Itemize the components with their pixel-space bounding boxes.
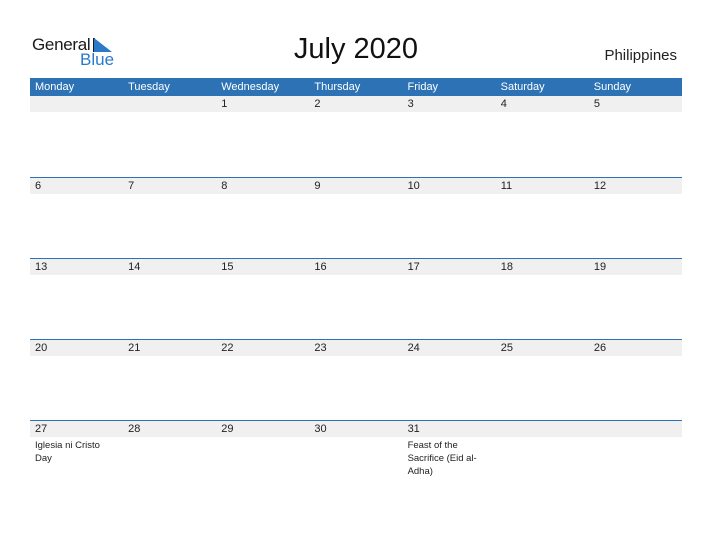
weekday-monday: Monday [35, 81, 75, 93]
day-number: 14 [128, 261, 141, 273]
day-number: 4 [500, 98, 507, 110]
day-number: 16 [314, 261, 327, 273]
holiday-event: Iglesia ni Cristo Day [35, 440, 100, 464]
weekday-saturday: Saturday [500, 81, 545, 93]
day-number: 9 [314, 180, 321, 192]
day-cell: 8 [216, 177, 309, 258]
day-number: 3 [407, 98, 414, 110]
day-cell: 11 [496, 177, 589, 258]
week-row: 27 Iglesia ni Cristo Day 28 29 30 31 Feast of … [30, 420, 682, 501]
day-cell: 27 Iglesia ni Cristo Day [30, 420, 123, 501]
day-number: 8 [221, 180, 228, 192]
day-cell: 14 [123, 258, 216, 339]
day-cell: 2 [309, 96, 402, 177]
day-number: 25 [500, 342, 513, 354]
day-number: 7 [128, 180, 135, 192]
day-cell: 7 [123, 177, 216, 258]
day-cell [496, 420, 589, 501]
weekday-tuesday: Tuesday [128, 81, 170, 93]
day-cell: 31 Feast of the Sacrifice (Eid al-Adha) [403, 420, 496, 501]
day-number: 21 [128, 342, 141, 354]
week-row: 1 2 3 4 5 [30, 96, 682, 177]
day-cell: 4 [496, 96, 589, 177]
day-cell [589, 420, 682, 501]
day-cell: 1 [216, 96, 309, 177]
day-number: 13 [35, 261, 48, 273]
day-number: 2 [314, 98, 321, 110]
day-number: 28 [128, 423, 141, 435]
day-cell: 26 [589, 339, 682, 420]
day-cell: 17 [403, 258, 496, 339]
day-cell: 23 [309, 339, 402, 420]
day-cell: 15 [216, 258, 309, 339]
day-cell: 28 [123, 420, 216, 501]
week-row: 6 7 8 9 10 11 12 [30, 177, 682, 258]
day-number: 27 [35, 423, 48, 435]
day-number: 15 [221, 261, 234, 273]
day-number: 23 [314, 342, 327, 354]
day-number: 22 [221, 342, 234, 354]
day-cell: 12 [589, 177, 682, 258]
day-cell: 5 [589, 96, 682, 177]
day-number: 10 [407, 180, 420, 192]
day-number: 5 [593, 98, 600, 110]
day-number: 20 [35, 342, 48, 354]
holiday-event: Feast of the Sacrifice (Eid al-Adha) [407, 440, 477, 477]
weekday-thursday: Thursday [314, 81, 361, 93]
day-number: 6 [35, 180, 42, 192]
day-number: 26 [593, 342, 607, 354]
day-cell: 20 [30, 339, 123, 420]
weekday-wednesday: Wednesday [221, 81, 280, 93]
day-cell: 16 [309, 258, 402, 339]
day-cell: 3 [403, 96, 496, 177]
day-number: 12 [593, 180, 607, 192]
day-cell: 24 [403, 339, 496, 420]
day-number: 31 [407, 423, 420, 435]
day-number: 24 [407, 342, 420, 354]
day-cell [30, 96, 123, 177]
day-number: 18 [500, 261, 513, 273]
day-number: 11 [500, 180, 513, 192]
day-cell: 9 [309, 177, 402, 258]
day-cell: 29 [216, 420, 309, 501]
weekday-friday: Friday [407, 81, 439, 93]
day-cell: 22 [216, 339, 309, 420]
weekday-sunday: Sunday [593, 81, 632, 93]
day-cell: 13 [30, 258, 123, 339]
day-cell: 19 [589, 258, 682, 339]
day-number: 29 [221, 423, 234, 435]
week-row: 20 21 22 23 24 25 26 [30, 339, 682, 420]
day-cell [123, 96, 216, 177]
day-number: 17 [407, 261, 420, 273]
day-number: 19 [593, 261, 607, 273]
day-cell: 18 [496, 258, 589, 339]
day-cell: 6 [30, 177, 123, 258]
week-row: 13 14 15 16 17 18 19 [30, 258, 682, 339]
day-cell: 21 [123, 339, 216, 420]
country-label: Philippines [604, 47, 677, 64]
day-number: 30 [314, 423, 327, 435]
day-cell: 25 [496, 339, 589, 420]
day-cell: 30 [309, 420, 402, 501]
day-number: 1 [221, 98, 228, 110]
day-cell: 10 [403, 177, 496, 258]
weekday-header: Monday Tuesday Wednesday Thursday Friday Satu… [30, 78, 682, 96]
